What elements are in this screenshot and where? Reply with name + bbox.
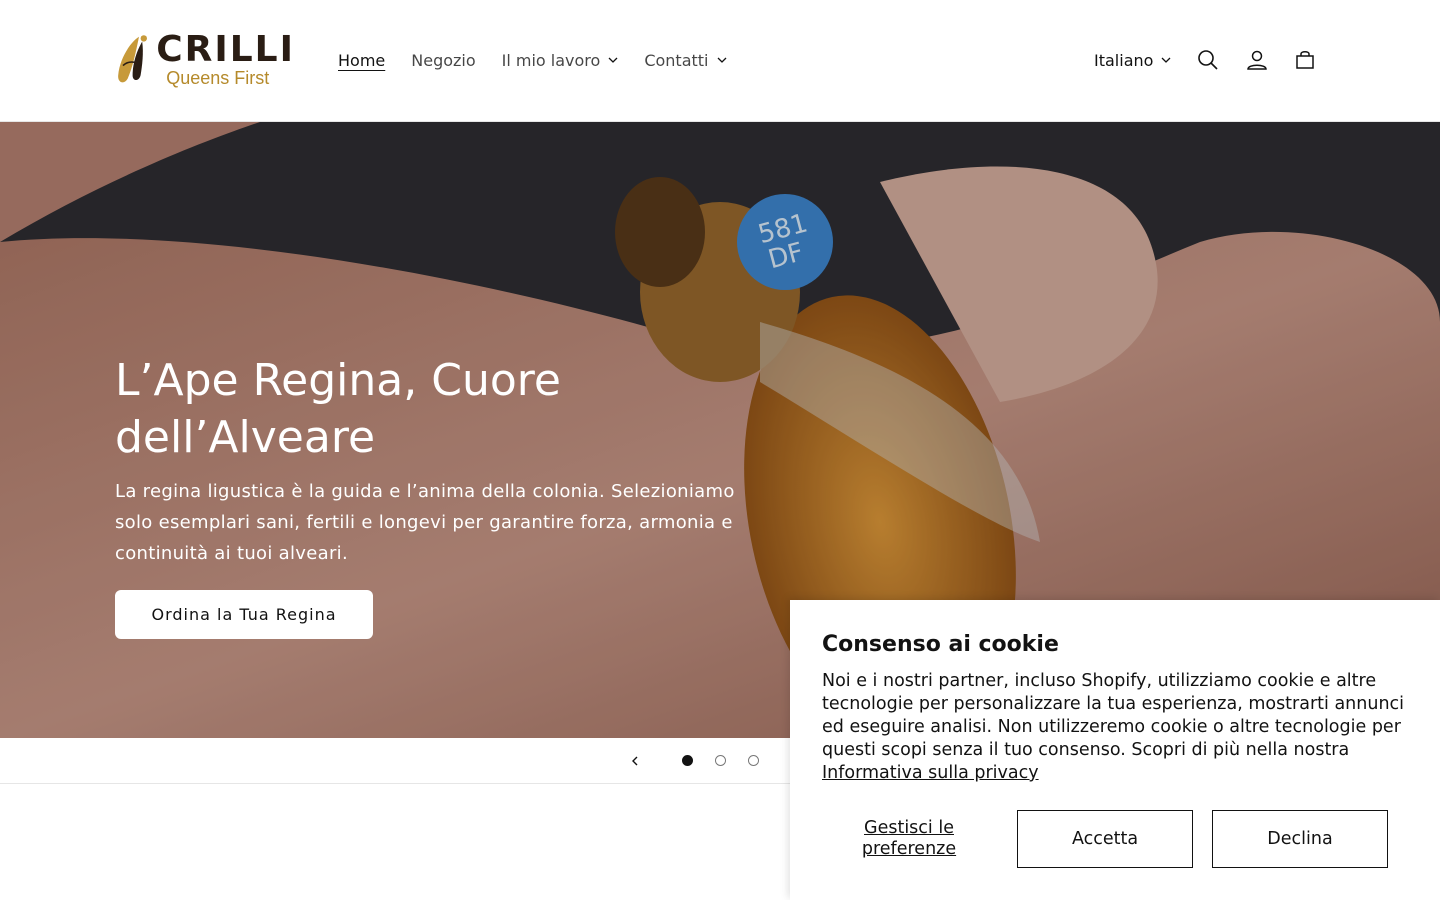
logo[interactable]: CRILLI Queens First xyxy=(115,27,295,93)
nav-home[interactable]: Home xyxy=(338,46,385,74)
nav-contatti[interactable]: Contatti xyxy=(644,46,726,74)
accept-button[interactable]: Accetta xyxy=(1017,810,1193,868)
nav-negozio[interactable]: Negozio xyxy=(411,46,475,74)
account-icon xyxy=(1247,50,1267,70)
chevron-left-icon xyxy=(632,756,638,766)
cookie-body: Noi e i nostri partner, incluso Shopify,… xyxy=(822,670,1422,785)
previous-slide-button[interactable] xyxy=(622,748,648,774)
manage-preferences-button[interactable]: Gestisci le preferenze xyxy=(822,810,996,868)
language-label: Italiano xyxy=(1094,50,1154,70)
slide-dot-1[interactable] xyxy=(682,755,693,766)
logo-title: CRILLI xyxy=(156,29,295,70)
logo-subtitle: Queens First xyxy=(166,68,270,88)
chevron-down-icon xyxy=(1161,57,1171,63)
nav-il-mio-lavoro[interactable]: Il mio lavoro xyxy=(502,46,619,74)
slide-dot-2[interactable] xyxy=(715,755,726,766)
language-selector[interactable]: Italiano xyxy=(1094,46,1171,74)
chevron-down-icon xyxy=(608,57,618,63)
order-queen-button[interactable]: Ordina la Tua Regina xyxy=(115,590,373,639)
hero-text: La regina ligustica è la guida e l’anima… xyxy=(115,481,735,564)
account-button[interactable] xyxy=(1241,44,1273,76)
chevron-down-icon xyxy=(717,57,726,63)
cookie-body-text: Noi e i nostri partner, incluso Shopify,… xyxy=(822,671,1405,760)
slide-dot-3[interactable] xyxy=(748,755,759,766)
search-button[interactable] xyxy=(1192,44,1224,76)
cookie-banner: Consenso ai cookie Noi e i nostri partne… xyxy=(790,600,1440,900)
bee-logo-icon xyxy=(118,35,147,83)
hero-title: L’Ape Regina, Cuore dell’Alveare xyxy=(115,355,561,463)
nav-il-mio-lavoro-label: Il mio lavoro xyxy=(501,50,601,70)
decline-button[interactable]: Declina xyxy=(1212,810,1388,868)
nav-contatti-label: Contatti xyxy=(644,50,709,70)
site-header: CRILLI Queens First Home Negozio Il mio … xyxy=(0,0,1440,122)
main-nav: Home Negozio Il mio lavoro Contatti xyxy=(338,46,753,74)
privacy-policy-link[interactable]: Informativa sulla privacy xyxy=(822,763,1039,783)
cart-icon xyxy=(1296,51,1314,69)
cookie-title: Consenso ai cookie xyxy=(822,632,1059,657)
cart-button[interactable] xyxy=(1289,44,1321,76)
search-icon xyxy=(1198,50,1218,70)
